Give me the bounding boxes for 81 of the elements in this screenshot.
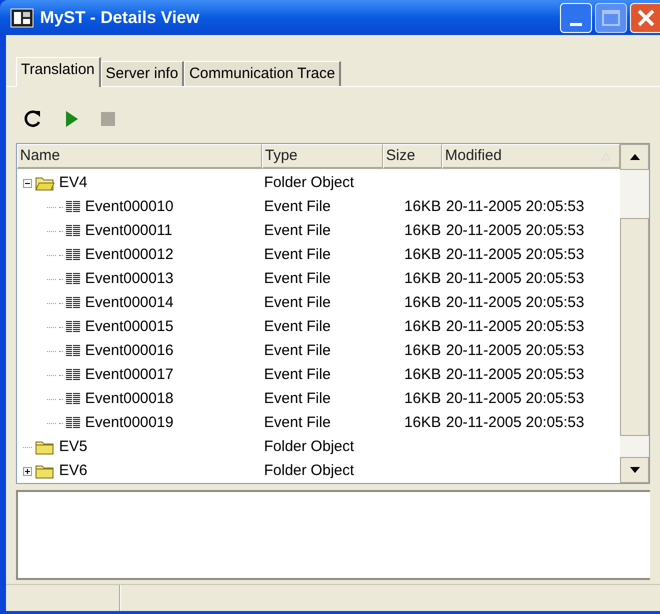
up-arrow-icon xyxy=(630,154,640,160)
event-file-icon xyxy=(65,368,81,382)
item-name[interactable]: Event000014 xyxy=(85,292,174,314)
type-cell: Event File xyxy=(264,198,331,215)
type-cell: Event File xyxy=(264,390,331,407)
item-name[interactable]: EV4 xyxy=(59,172,88,194)
type-cell: Folder Object xyxy=(264,462,354,479)
modified-cell: 20-11-2005 20:05:53 xyxy=(446,222,584,239)
modified-cell: 20-11-2005 20:05:53 xyxy=(446,342,584,359)
modified-cell: 20-11-2005 20:05:53 xyxy=(446,390,584,407)
type-cell: Event File xyxy=(264,294,331,311)
close-button[interactable] xyxy=(630,2,660,32)
tab[interactable]: Server info xyxy=(100,61,184,86)
folder-icon xyxy=(35,463,55,479)
size-cell-text: 16KB xyxy=(404,292,441,313)
item-name[interactable]: Event000012 xyxy=(85,244,174,266)
event-file-icon xyxy=(65,272,81,286)
event-file-icon xyxy=(65,224,81,238)
size-cell-text: 16KB xyxy=(404,388,441,409)
folder-icon xyxy=(35,439,55,455)
size-cell-text: 16KB xyxy=(404,244,441,265)
type-cell: Event File xyxy=(264,342,331,359)
size-cell-text: 16KB xyxy=(404,220,441,241)
vertical-scrollbar[interactable] xyxy=(620,144,649,483)
type-cell: Event File xyxy=(264,318,331,335)
size-cell-text: 16KB xyxy=(404,364,441,385)
event-file-icon xyxy=(65,392,81,406)
modified-cell: 20-11-2005 20:05:53 xyxy=(446,318,584,335)
item-name[interactable]: Event000013 xyxy=(85,268,174,290)
window-title: MyST - Details View xyxy=(40,6,200,29)
column-header[interactable]: Type xyxy=(262,144,383,169)
event-file-icon xyxy=(65,200,81,214)
item-name[interactable]: Event000017 xyxy=(85,364,174,386)
column-header[interactable]: Modified xyxy=(442,144,620,169)
type-cell: Event File xyxy=(264,222,331,239)
play-icon[interactable] xyxy=(64,110,80,128)
item-name[interactable]: EV5 xyxy=(59,436,88,458)
modified-cell: 20-11-2005 20:05:53 xyxy=(446,270,584,287)
item-name[interactable]: Event000015 xyxy=(85,316,174,338)
type-cell: Event File xyxy=(264,414,331,431)
app-icon xyxy=(10,8,34,28)
item-name[interactable]: EV6 xyxy=(59,460,88,482)
item-name[interactable]: Event000016 xyxy=(85,340,174,362)
type-cell: Folder Object xyxy=(264,438,354,455)
column-header[interactable]: Size xyxy=(383,144,442,169)
modified-cell: 20-11-2005 20:05:53 xyxy=(446,414,584,431)
size-cell-text: 16KB xyxy=(404,316,441,337)
type-cell: Folder Object xyxy=(264,174,354,191)
type-cell: Event File xyxy=(264,246,331,263)
minimize-button[interactable] xyxy=(560,2,592,32)
maximize-button[interactable] xyxy=(595,2,627,32)
size-cell-text: 16KB xyxy=(404,340,441,361)
modified-cell: 20-11-2005 20:05:53 xyxy=(446,294,584,311)
scroll-down-button[interactable] xyxy=(620,457,649,483)
tab[interactable]: Translation xyxy=(16,57,101,87)
modified-cell: 20-11-2005 20:05:53 xyxy=(446,246,584,263)
collapse-toggle[interactable] xyxy=(22,178,32,188)
event-file-icon xyxy=(65,416,81,430)
item-name[interactable]: Event000010 xyxy=(85,196,174,218)
modified-cell: 20-11-2005 20:05:53 xyxy=(446,198,584,215)
item-name[interactable]: Event000011 xyxy=(85,220,172,242)
tab[interactable]: Communication Trace xyxy=(184,61,342,86)
folder-icon xyxy=(35,175,55,191)
event-file-icon xyxy=(65,320,81,334)
type-cell: Event File xyxy=(264,366,331,383)
scroll-up-button[interactable] xyxy=(620,144,649,170)
size-cell-text: 16KB xyxy=(404,268,441,289)
size-cell-text: 16KB xyxy=(404,196,441,217)
event-file-icon xyxy=(65,296,81,310)
down-arrow-icon xyxy=(630,467,640,473)
item-name[interactable]: Event000019 xyxy=(85,412,174,434)
close-icon xyxy=(636,8,654,26)
scroll-thumb[interactable] xyxy=(620,218,649,436)
event-file-icon xyxy=(65,248,81,262)
modified-cell: 20-11-2005 20:05:53 xyxy=(446,366,584,383)
event-file-icon xyxy=(65,344,81,358)
item-name[interactable]: Event000018 xyxy=(85,388,174,410)
expand-toggle[interactable] xyxy=(22,466,32,476)
size-cell-text: 16KB xyxy=(404,412,441,433)
type-cell: Event File xyxy=(264,270,331,287)
column-header[interactable]: Name xyxy=(17,144,262,169)
